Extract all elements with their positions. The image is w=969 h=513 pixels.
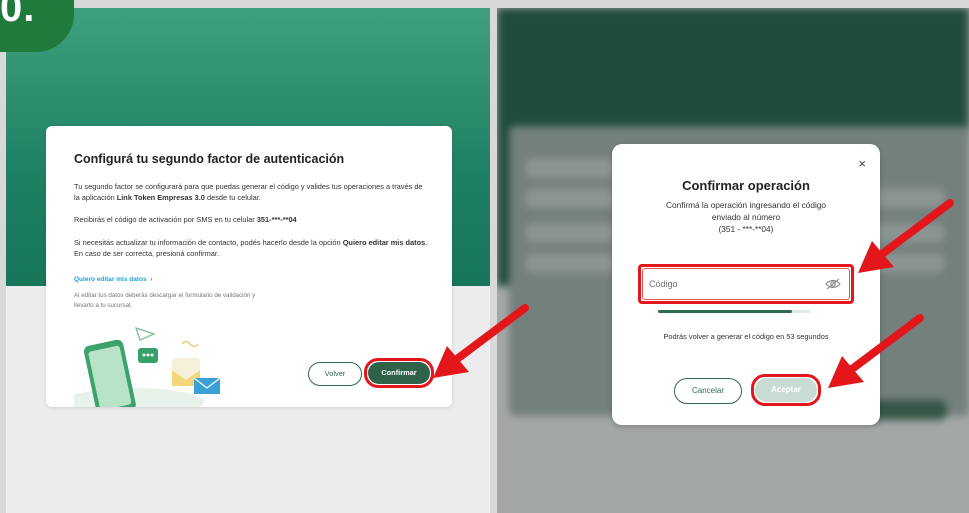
step-number: 0. [0, 0, 36, 30]
card-title: Configurá tu segundo factor de autentica… [74, 152, 345, 166]
code-input[interactable] [647, 271, 821, 297]
setup-card: Configurá tu segundo factor de autentica… [46, 126, 452, 407]
edit-data-link[interactable]: Quiero editar mis datos › [74, 276, 152, 283]
countdown-progress-fill [658, 310, 792, 313]
subtitle-line: Confirmá la operación ingresando el códi… [665, 200, 827, 210]
edit-note: Al editar tus datos deberás descargar el… [74, 292, 256, 309]
eye-off-icon[interactable] [825, 278, 841, 290]
masked-phone: (351 - ***-**04) [718, 224, 774, 234]
edit-link-label: Quiero editar mis datos [74, 276, 147, 283]
card-paragraph-update: Si necesitás actualizar tu información d… [74, 237, 429, 259]
p1-app-name: Link Token Empresas 3.0 [116, 193, 205, 202]
card-paragraph-sms: Recibirás el código de activación por SM… [74, 214, 429, 225]
left-panel: Configurá tu segundo factor de autentica… [6, 8, 490, 513]
modal-subtitle: Confirmá la operación ingresando el códi… [642, 199, 850, 235]
red-arrow-icon [828, 314, 924, 388]
regen-countdown-text: Podrás volver a generar el código en 53 … [663, 332, 829, 341]
close-icon[interactable]: × [858, 156, 866, 171]
countdown-progress [658, 310, 810, 313]
p3-text-a: Si necesitás actualizar tu información d… [74, 238, 343, 247]
p3-option-name: Quiero editar mis datos [342, 238, 426, 247]
card-paragraph-app: Tu segundo factor se configurará para qu… [74, 181, 429, 203]
modal-title: Confirmar operación [682, 178, 810, 193]
subtitle-line: enviado al número [711, 212, 781, 222]
back-button[interactable]: Volver [308, 362, 362, 386]
chevron-right-icon: › [150, 276, 153, 283]
p2-phone: 351-***-**04 [256, 215, 297, 224]
confirm-button[interactable]: Confirmar [368, 362, 430, 384]
red-arrow-icon [433, 304, 529, 378]
phone-illustration [74, 326, 221, 407]
p2-text-a: Recibirás el código de activación por SM… [74, 215, 257, 224]
code-field [642, 268, 850, 300]
red-arrow-icon [858, 199, 954, 273]
p1-text-b: desde tu celular. [204, 193, 261, 202]
cancel-button[interactable]: Cancelar [674, 378, 742, 404]
accept-button[interactable]: Aceptar [755, 378, 817, 402]
